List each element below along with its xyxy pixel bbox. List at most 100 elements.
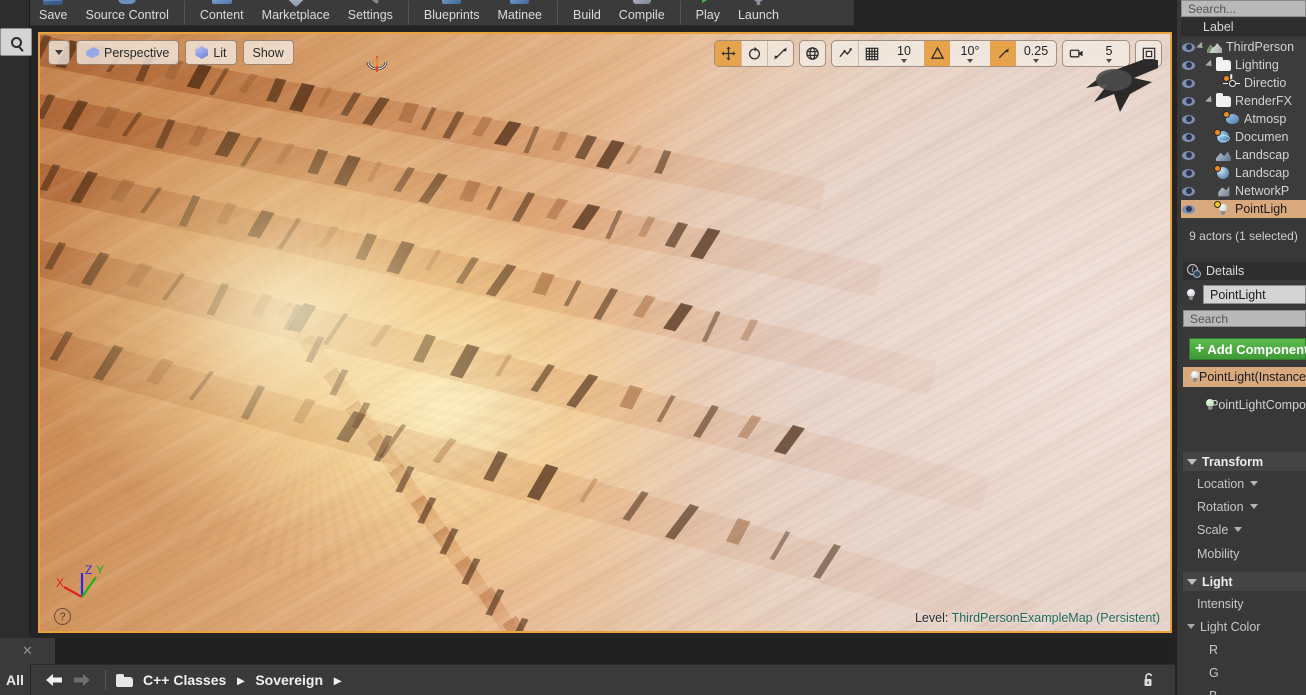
property-row-color-g[interactable]: G (1183, 663, 1306, 682)
angle-snap-value[interactable]: 10° (950, 44, 990, 63)
property-row-color-r[interactable]: R (1183, 640, 1306, 659)
lock-open-icon[interactable] (1141, 672, 1157, 688)
property-row-scale[interactable]: Scale (1183, 520, 1306, 539)
outliner-row-thirdperson[interactable]: ThirdPerson (1181, 38, 1306, 56)
build-button[interactable]: Build (564, 0, 610, 25)
eye-visibility-icon[interactable] (1181, 110, 1196, 128)
details-tab[interactable]: i Details (1183, 262, 1306, 280)
viewport-viewmode-dropdown[interactable]: Lit (185, 40, 237, 65)
property-row-location[interactable]: Location (1183, 474, 1306, 493)
add-component-button[interactable]: + Add Component (1189, 338, 1306, 360)
details-actor-name-field[interactable]: PointLight (1203, 285, 1306, 304)
forward-button[interactable] (69, 667, 95, 693)
eye-visibility-icon[interactable] (1181, 128, 1196, 146)
eye-visibility-icon[interactable] (1181, 164, 1196, 182)
breadcrumb-sovereign[interactable]: Sovereign (255, 672, 323, 688)
viewport-options-menu[interactable] (48, 40, 70, 65)
eye-visibility-icon[interactable] (1181, 92, 1196, 110)
static-mesh-icon (1206, 39, 1223, 55)
rotate-mode-button[interactable] (741, 41, 767, 66)
scale-snap-value[interactable]: 0.25 (1016, 44, 1056, 63)
surface-snapping-button[interactable] (832, 41, 858, 66)
launch-button[interactable]: Launch (729, 0, 788, 25)
matinee-button[interactable]: Matinee (489, 0, 551, 25)
outliner-row-renderfx[interactable]: RenderFX (1181, 92, 1306, 110)
property-label-scale: Scale (1197, 522, 1229, 537)
search-icon[interactable] (0, 28, 32, 56)
back-button[interactable] (41, 667, 67, 693)
outliner-row-pointligh[interactable]: PointLigh (1181, 200, 1306, 218)
property-row-color-b[interactable]: B (1183, 686, 1306, 695)
scale-icon (774, 47, 787, 60)
level-viewport[interactable]: Perspective Lit Show 10 10° 0.25 5 Level… (38, 32, 1172, 633)
outliner-status-bar: 9 actors (1 selected) (1181, 226, 1306, 246)
axis-label-z: Z (85, 563, 92, 577)
details-search-input[interactable]: Search (1183, 310, 1306, 327)
lit-sphere-icon (195, 46, 209, 59)
mouse-cursor-overlay (1086, 60, 1158, 112)
outliner-row-landscap[interactable]: Landscap (1181, 164, 1306, 182)
bottom-tab-strip (0, 638, 1175, 664)
property-row-mobility[interactable]: Mobility (1183, 544, 1306, 563)
expand-arrow-icon[interactable] (1204, 56, 1215, 74)
outliner-column-header[interactable]: Label (1181, 18, 1306, 36)
outliner-row-label: Directio (1244, 76, 1287, 90)
play-button[interactable]: Play (687, 0, 729, 25)
eye-visibility-icon[interactable] (1181, 38, 1196, 56)
translate-mode-button[interactable] (715, 41, 741, 66)
expand-arrow-icon[interactable] (1195, 38, 1206, 56)
component-row-pointlight-instance[interactable]: PointLight(Instance (1183, 367, 1306, 387)
eye-visibility-icon[interactable] (1181, 56, 1196, 74)
property-row-intensity[interactable]: Intensity (1183, 594, 1306, 613)
triangle-angle-icon (930, 46, 944, 59)
scale-mode-button[interactable] (767, 41, 793, 66)
property-row-rotation[interactable]: Rotation (1183, 497, 1306, 516)
matinee-icon (507, 0, 533, 5)
source-control-icon (114, 0, 140, 5)
toolbar-group-tools: Blueprints Matinee (415, 0, 551, 25)
compile-button[interactable]: Compile (610, 0, 674, 25)
grid-snap-button[interactable] (858, 41, 884, 66)
toolbar-group-file: Save Source Control (30, 0, 178, 25)
folder-icon[interactable] (116, 673, 133, 687)
blueprints-icon (439, 0, 465, 5)
expand-arrow-icon[interactable] (1204, 92, 1215, 110)
eye-visibility-icon[interactable] (1181, 146, 1196, 164)
outliner-row-landscap[interactable]: Landscap (1181, 146, 1306, 164)
tab-close-button[interactable]: ✕ (0, 638, 55, 664)
component-row-pointlightcomponent[interactable]: PointLightCompo (1183, 395, 1306, 415)
outliner-row-atmosp[interactable]: Atmosp (1181, 110, 1306, 128)
settings-button[interactable]: Settings (339, 0, 402, 25)
breadcrumb-cpp-classes[interactable]: C++ Classes (143, 672, 226, 688)
grid-snap-value-text: 10 (897, 43, 911, 58)
expanded-arrow-icon (1187, 578, 1197, 585)
content-button[interactable]: Content (191, 0, 253, 25)
breadcrumb-separator: ▸ (237, 671, 245, 688)
outliner-row-label: Landscap (1235, 148, 1290, 162)
question-mark-icon[interactable]: ? (54, 608, 71, 625)
eye-visibility-icon[interactable] (1181, 182, 1196, 200)
eye-visibility-icon[interactable] (1181, 200, 1196, 218)
save-button[interactable]: Save (30, 0, 77, 25)
outliner-search-input[interactable]: Search... (1181, 0, 1306, 17)
outliner-row-directio[interactable]: Directio (1181, 74, 1306, 92)
world-outliner-list[interactable]: ThirdPerson Lighting Directio RenderFX Atmos… (1181, 38, 1306, 220)
outliner-row-networkp[interactable]: NetworkP (1181, 182, 1306, 200)
marketplace-button[interactable]: Marketplace (253, 0, 339, 25)
outliner-row-lighting[interactable]: Lighting (1181, 56, 1306, 74)
grid-snap-value[interactable]: 10 (884, 43, 924, 63)
scale-snap-button[interactable] (990, 41, 1016, 66)
atmospheric-fog-icon (1223, 111, 1241, 127)
source-control-button[interactable]: Source Control (77, 0, 178, 25)
viewport-perspective-dropdown[interactable]: Perspective (76, 40, 180, 65)
eye-visibility-icon[interactable] (1181, 74, 1196, 92)
section-header-transform[interactable]: Transform (1183, 452, 1306, 471)
section-header-light[interactable]: Light (1183, 572, 1306, 591)
world-coordinates-button[interactable] (799, 40, 826, 67)
blueprints-button[interactable]: Blueprints (415, 0, 489, 25)
angle-snap-button[interactable] (924, 41, 950, 66)
outliner-row-documen[interactable]: Documen (1181, 128, 1306, 146)
content-browser-all-filter[interactable]: All (0, 664, 31, 695)
viewport-show-menu[interactable]: Show (242, 40, 294, 65)
property-row-light-color[interactable]: Light Color (1183, 617, 1306, 636)
